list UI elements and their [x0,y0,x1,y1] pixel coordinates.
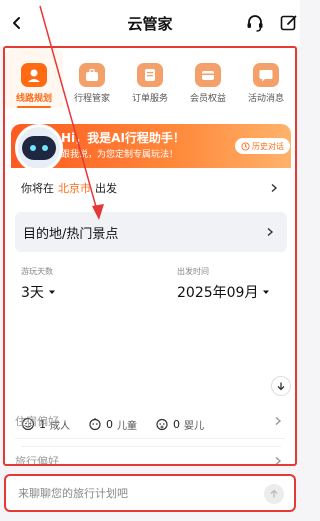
tab-route-planning[interactable]: 线路规划 [5,48,63,108]
headset-icon [247,15,263,32]
stay-preference-row[interactable]: 住宿偏好 [5,406,295,436]
back-button[interactable] [6,12,28,34]
travel-preference-row[interactable]: 旅行偏好 [5,446,295,466]
depart-prefix: 你将在 [21,182,54,195]
tab-label: 会员权益 [189,94,226,104]
caret-down-icon [263,290,270,294]
history-label: 历史对话 [252,141,284,151]
history-icon [241,141,250,151]
days-value: 3天 [21,285,44,301]
tab-label: 订单服务 [131,94,168,104]
assistant-panel: 线路规划 行程管家 订单服务 会员权益 活动消息 Hi，我是AI行程助手！ 跟我… [3,46,297,466]
destination-selector[interactable]: 目的地/热门景点 [15,212,287,252]
date-value: 2025年09月 [177,285,259,301]
arrow-up-icon [270,489,278,498]
customer-service-button[interactable] [244,12,266,34]
chat-icon [253,63,279,87]
arrow-down-icon [277,382,285,391]
tab-order-service[interactable]: 订单服务 [121,48,179,108]
date-selector[interactable]: 2025年09月 [177,282,270,302]
top-bar: 云管家 [0,0,300,46]
stay-pref-label: 住宿偏好 [15,415,59,428]
active-tab-indicator [17,106,51,108]
tab-activity-messages[interactable]: 活动消息 [237,48,295,108]
travel-pref-label: 旅行偏好 [15,455,59,466]
category-tabs: 线路规划 行程管家 订单服务 会员权益 活动消息 [5,48,295,108]
card-icon [195,63,221,87]
suitcase-icon [79,63,105,87]
history-chat-button[interactable]: 历史对话 [235,138,290,154]
new-chat-button[interactable] [278,12,300,34]
chevron-left-icon [13,17,20,29]
chat-placeholder: 来聊聊您的旅行计划吧 [18,487,128,500]
chevron-right-icon [275,456,282,464]
document-icon [137,63,163,87]
edit-icon [280,15,297,31]
depart-city: 北京市 [58,182,91,195]
tab-label: 线路规划 [15,94,52,104]
date-label: 出发时间 [177,267,209,276]
tab-label: 活动消息 [247,94,284,104]
chevron-right-icon [267,227,274,237]
chat-input[interactable]: 来聊聊您的旅行计划吧 [4,474,296,512]
days-selector[interactable]: 3天 [21,282,56,302]
destination-placeholder: 目的地/热门景点 [23,226,119,242]
person-pin-icon [21,63,47,87]
banner-subtitle: 跟我说，为您定制专属玩法！ [61,150,179,160]
days-label: 游玩天数 [21,267,53,276]
depart-suffix: 出发 [95,182,117,195]
chevron-right-icon [271,183,278,193]
page-title: 云管家 [127,14,173,33]
robot-face-icon [22,136,56,160]
banner-title: Hi，我是AI行程助手！ [61,131,185,145]
divider [15,438,285,439]
chevron-right-icon [275,416,282,426]
tab-trip-butler[interactable]: 行程管家 [63,48,121,108]
robot-avatar [15,124,63,172]
send-button[interactable] [264,484,284,504]
departure-city-row[interactable]: 你将在 北京市 出发 [11,168,291,208]
scroll-down-button[interactable] [271,376,291,396]
tab-member-benefits[interactable]: 会员权益 [179,48,237,108]
caret-down-icon [48,290,55,294]
tab-label: 行程管家 [73,94,110,104]
